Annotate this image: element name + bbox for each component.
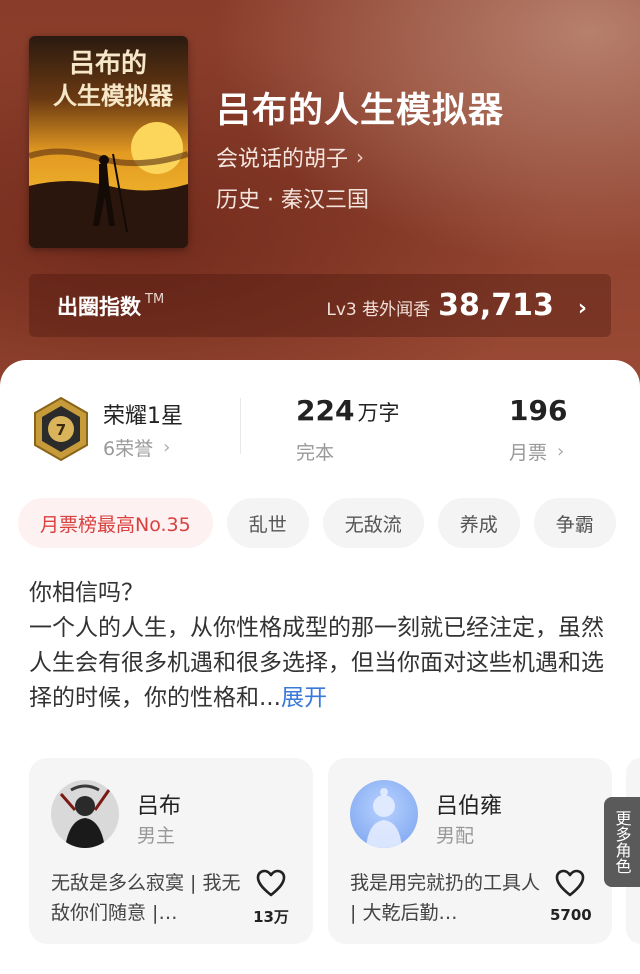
tag-item[interactable]: 无敌流 [322, 498, 424, 548]
honor-count-link[interactable]: 6荣誉 › [103, 434, 170, 461]
word-count-unit: 万字 [357, 401, 400, 425]
circle-index-level: Lv3 巷外闻香 [326, 300, 431, 320]
like-count: 13万 [253, 908, 289, 926]
character-role: 男主 [137, 825, 176, 847]
honor-count: 6荣誉 [103, 438, 154, 460]
character-card[interactable]: 吕布 男主 无敌是多么寂寞 | 我无敌你们随意 |… 13万 [29, 758, 313, 944]
book-title: 吕布的人生模拟器 [216, 91, 505, 131]
synopsis[interactable]: 你相信吗？ 一个人的人生，从你性格成型的那一刻就已经注定，虽然人生会有很多机遇和… [29, 576, 613, 716]
warrior-avatar-icon [51, 780, 119, 848]
character-role: 男配 [436, 825, 475, 847]
like-button[interactable]: 13万 [251, 868, 291, 927]
cover-title-line2: 人生模拟器 [53, 81, 174, 110]
tag-item[interactable]: 乱世 [226, 498, 309, 548]
honor-badge-icon[interactable]: 7 [31, 396, 91, 462]
badge-level: 7 [56, 421, 66, 439]
author-link[interactable]: 会说话的胡子 › [216, 142, 364, 172]
character-card[interactable]: 吕伯雍 男配 我是用完就扔的工具人 | 大乾后勤… 5700 [328, 758, 612, 944]
silhouette-avatar-icon [350, 780, 418, 848]
monthly-tickets-count[interactable]: 196 [509, 394, 567, 427]
character-name: 吕布 [137, 794, 182, 819]
chevron-right-icon: › [557, 441, 565, 462]
character-avatar [51, 780, 119, 848]
circle-index-value-group: Lv3 巷外闻香 38,713 › [326, 288, 587, 323]
like-count: 5700 [550, 906, 592, 924]
cover-art: 吕布的 人生模拟器 [29, 36, 188, 248]
tag-rank[interactable]: 月票榜最高No.35 [18, 498, 213, 548]
more-characters-button[interactable]: 更多角色 [604, 797, 640, 887]
heart-icon [555, 869, 585, 897]
circle-index-bar[interactable]: 出圈指数 TM Lv3 巷外闻香 38,713 › [29, 274, 611, 337]
trademark-mark: TM [145, 292, 165, 307]
tag-list: 月票榜最高No.35 乱世 无敌流 养成 争霸 [18, 498, 640, 548]
book-cover[interactable]: 吕布的 人生模拟器 [29, 36, 188, 248]
cover-title-line1: 吕布的 [69, 48, 147, 79]
chevron-right-icon: › [577, 296, 587, 321]
character-avatar [350, 780, 418, 848]
book-status: 完本 [296, 442, 335, 464]
character-name: 吕伯雍 [436, 794, 503, 819]
word-count-number: 224 [296, 394, 355, 427]
honor-title[interactable]: 荣耀1星 [103, 398, 183, 430]
chevron-right-icon: › [356, 145, 365, 169]
chevron-right-icon: › [163, 437, 171, 458]
word-count: 224 万字 [296, 394, 399, 427]
like-button[interactable]: 5700 [550, 868, 592, 924]
monthly-tickets-label: 月票 [509, 442, 548, 464]
character-description: 我是用完就扔的工具人 | 大乾后勤… [350, 872, 541, 924]
character-description: 无敌是多么寂寞 | 我无敌你们随意 |… [51, 872, 241, 924]
stats-divider [240, 398, 241, 454]
author-name: 会说话的胡子 [216, 147, 349, 172]
heart-icon [256, 869, 286, 897]
book-category[interactable]: 历史 · 秦汉三国 [216, 182, 369, 214]
tag-item[interactable]: 争霸 [533, 498, 616, 548]
tag-item[interactable]: 养成 [437, 498, 520, 548]
monthly-tickets-link[interactable]: 月票 › [509, 438, 564, 465]
circle-index-value: 38,713 [438, 288, 554, 323]
circle-index-label: 出圈指数 [57, 294, 141, 319]
expand-link[interactable]: 展开 [281, 685, 327, 711]
